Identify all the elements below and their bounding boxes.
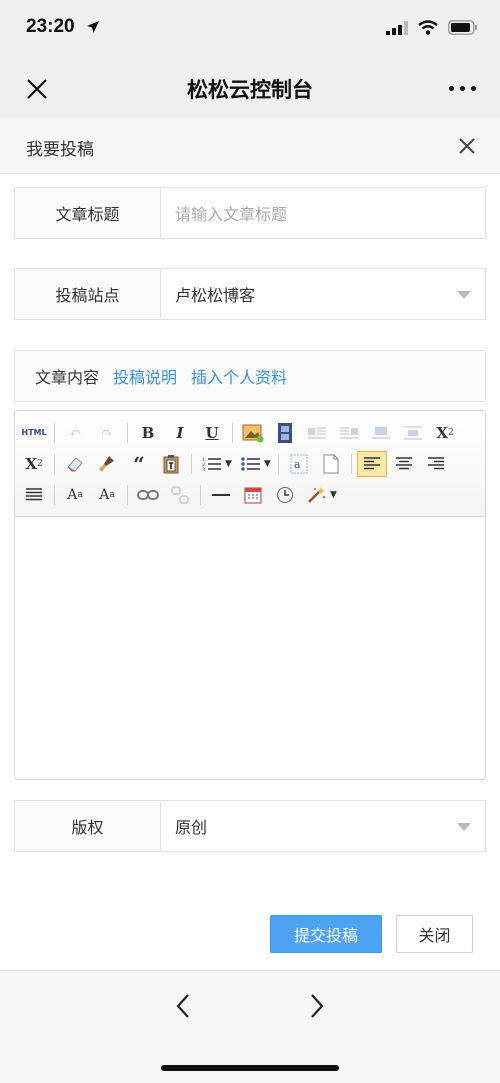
anchor-icon[interactable]: a	[284, 451, 314, 477]
italic-button[interactable]: I	[165, 420, 195, 446]
svg-text:3: 3	[202, 467, 205, 473]
copyright-select[interactable]: 原创	[161, 801, 485, 851]
status-icons	[386, 20, 478, 35]
wifi-icon	[418, 20, 438, 35]
more-icon[interactable]	[449, 86, 476, 91]
image-center-icon[interactable]	[398, 420, 428, 446]
image-left-icon[interactable]	[302, 420, 332, 446]
page-title: 松松云控制台	[187, 78, 313, 102]
format-brush-icon[interactable]	[92, 451, 122, 477]
bold-label: B	[141, 423, 155, 442]
italic-label: I	[176, 423, 184, 442]
unlink-icon[interactable]	[165, 482, 195, 508]
forward-arrow-icon[interactable]	[304, 991, 330, 1021]
dialog-title: 我要投稿	[26, 140, 94, 160]
undo-icon[interactable]: ↶	[60, 420, 90, 446]
submit-button[interactable]: 提交投稿	[270, 915, 382, 953]
title-field: 文章标题 请输入文章标题	[14, 187, 486, 239]
chevron-down-icon	[457, 291, 471, 299]
content-header: 文章内容 投稿说明 插入个人资料	[14, 350, 486, 402]
html-source-button[interactable]: HTML	[19, 420, 49, 446]
image-right-icon[interactable]	[334, 420, 364, 446]
title-label: 文章标题	[15, 188, 161, 238]
align-center-icon[interactable]	[389, 451, 419, 477]
site-select[interactable]: 卢松松博客	[161, 269, 485, 319]
link-icon[interactable]	[133, 482, 163, 508]
page-break-icon[interactable]	[316, 451, 346, 477]
blockquote-icon[interactable]: “	[124, 451, 154, 477]
form-actions: 提交投稿 关闭	[270, 915, 473, 953]
editor-toolbar: HTML ↶ ↷ B I U X 2 X 2 “ 1 2 3 ▼ ▼ a A a…	[15, 411, 485, 517]
font-size-increase-icon[interactable]: Aa	[60, 482, 90, 508]
back-arrow-icon[interactable]	[170, 991, 196, 1021]
magic-wand-icon[interactable]	[302, 482, 332, 508]
unordered-list-icon[interactable]	[236, 451, 266, 477]
close-button[interactable]: 关闭	[396, 915, 473, 953]
title-input[interactable]: 请输入文章标题	[161, 188, 485, 238]
eraser-icon[interactable]	[60, 451, 90, 477]
guide-link[interactable]: 投稿说明	[113, 364, 177, 388]
horizontal-rule-icon[interactable]	[206, 482, 236, 508]
status-time: 23:20	[26, 16, 75, 37]
insert-image-icon[interactable]	[238, 420, 268, 446]
nav-bar: 松松云控制台	[0, 60, 500, 118]
ordered-list-icon[interactable]: 123	[197, 451, 227, 477]
home-indicator[interactable]	[161, 1065, 339, 1071]
location-arrow-icon	[87, 21, 99, 33]
dialog-close-icon[interactable]	[456, 135, 478, 157]
browser-bottom-bar	[0, 970, 500, 1083]
site-label: 投稿站点	[15, 269, 161, 319]
rich-text-editor: HTML ↶ ↷ B I U X 2 X 2 “ 1 2 3 ▼ ▼ a A a…	[14, 410, 486, 780]
copyright-field: 版权 原创	[14, 800, 486, 852]
align-left-icon[interactable]	[356, 450, 387, 477]
cellular-signal-icon	[386, 20, 408, 35]
editor-content-area[interactable]	[15, 517, 485, 779]
dialog-header: 我要投稿	[0, 118, 500, 174]
insert-date-icon[interactable]	[238, 482, 268, 508]
paste-text-icon[interactable]	[156, 451, 186, 477]
redo-icon[interactable]: ↷	[92, 420, 122, 446]
insert-time-icon[interactable]	[270, 482, 300, 508]
align-justify-icon[interactable]	[19, 482, 49, 508]
site-select-value: 卢松松博客	[175, 286, 256, 305]
image-none-icon[interactable]	[366, 420, 396, 446]
align-right-icon[interactable]	[421, 451, 451, 477]
battery-icon	[448, 20, 477, 35]
status-bar: 23:20	[0, 0, 500, 60]
underline-label: U	[205, 423, 219, 442]
svg-text:a: a	[294, 458, 301, 471]
submission-form: 文章标题 请输入文章标题 投稿站点 卢松松博客 文章内容 投稿说明 插入个人资料…	[0, 175, 500, 970]
copyright-label: 版权	[15, 801, 161, 851]
copyright-select-value: 原创	[175, 818, 208, 837]
content-label: 文章内容	[35, 368, 100, 387]
bold-button[interactable]: B	[133, 420, 163, 446]
chevron-down-icon	[457, 823, 471, 831]
superscript-icon[interactable]: X2	[430, 420, 460, 446]
site-field: 投稿站点 卢松松博客	[14, 268, 486, 320]
html-source-label: HTML	[21, 428, 47, 437]
font-size-decrease-icon[interactable]: Aa	[92, 482, 122, 508]
insert-video-icon[interactable]	[270, 420, 300, 446]
underline-button[interactable]: U	[197, 420, 227, 446]
insert-profile-link[interactable]: 插入个人资料	[191, 364, 287, 388]
subscript-icon[interactable]: X2	[19, 451, 49, 477]
